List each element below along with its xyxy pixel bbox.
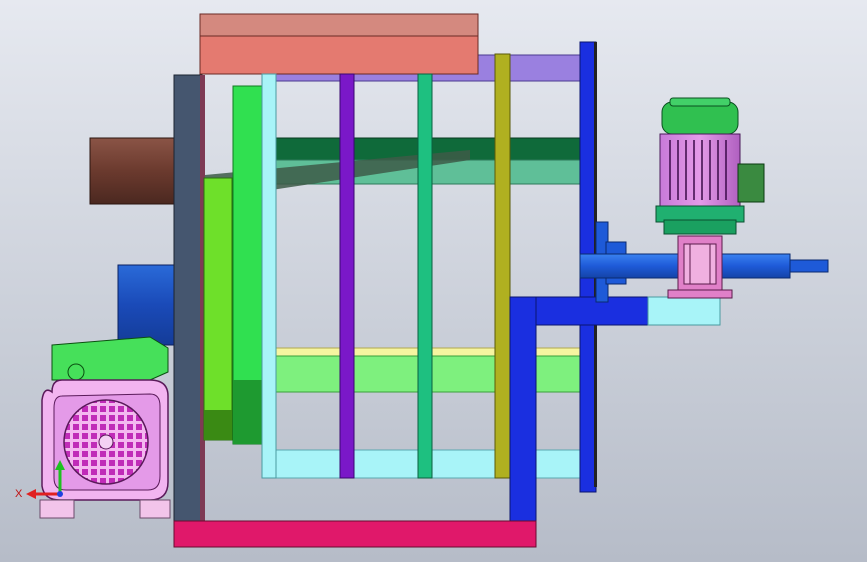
motor-left-foot-right	[139, 499, 171, 519]
motor-right-fan-cover	[661, 101, 739, 135]
motor-right-terminal-box	[737, 163, 765, 203]
motor-right-cap	[669, 97, 731, 107]
left-frame-post	[173, 74, 203, 546]
top-block	[199, 13, 479, 37]
shaft-tip	[789, 259, 829, 273]
purple-vertical-bar	[339, 73, 355, 479]
motor-left-hub	[98, 434, 114, 450]
motor-right-body	[659, 133, 741, 207]
top-block-front	[199, 35, 479, 75]
cyan-vertical-bar	[261, 73, 277, 479]
brown-cylinder	[89, 137, 181, 205]
cad-viewport[interactable]: X	[0, 0, 867, 562]
motor-right	[655, 97, 765, 235]
base-rail	[173, 520, 537, 548]
lime-disk-shadow	[204, 410, 232, 440]
teal-vertical-bar	[417, 73, 433, 479]
blue-bearing	[117, 264, 179, 346]
olive-vertical-bar	[494, 53, 511, 479]
gearbox-right	[667, 235, 733, 299]
blue-bracket-vertical	[509, 296, 537, 522]
lime-disk	[203, 177, 233, 441]
blue-bracket-arm	[535, 296, 649, 326]
green-disk-shade	[233, 380, 263, 444]
cyan-support	[647, 296, 721, 326]
motor-left-bolt	[67, 363, 85, 381]
triad-x-label: X	[15, 488, 23, 500]
cad-assembly-drawing: X	[15, 13, 829, 548]
motor-right-flange-lower	[663, 219, 737, 235]
motor-left-foot	[39, 499, 75, 519]
